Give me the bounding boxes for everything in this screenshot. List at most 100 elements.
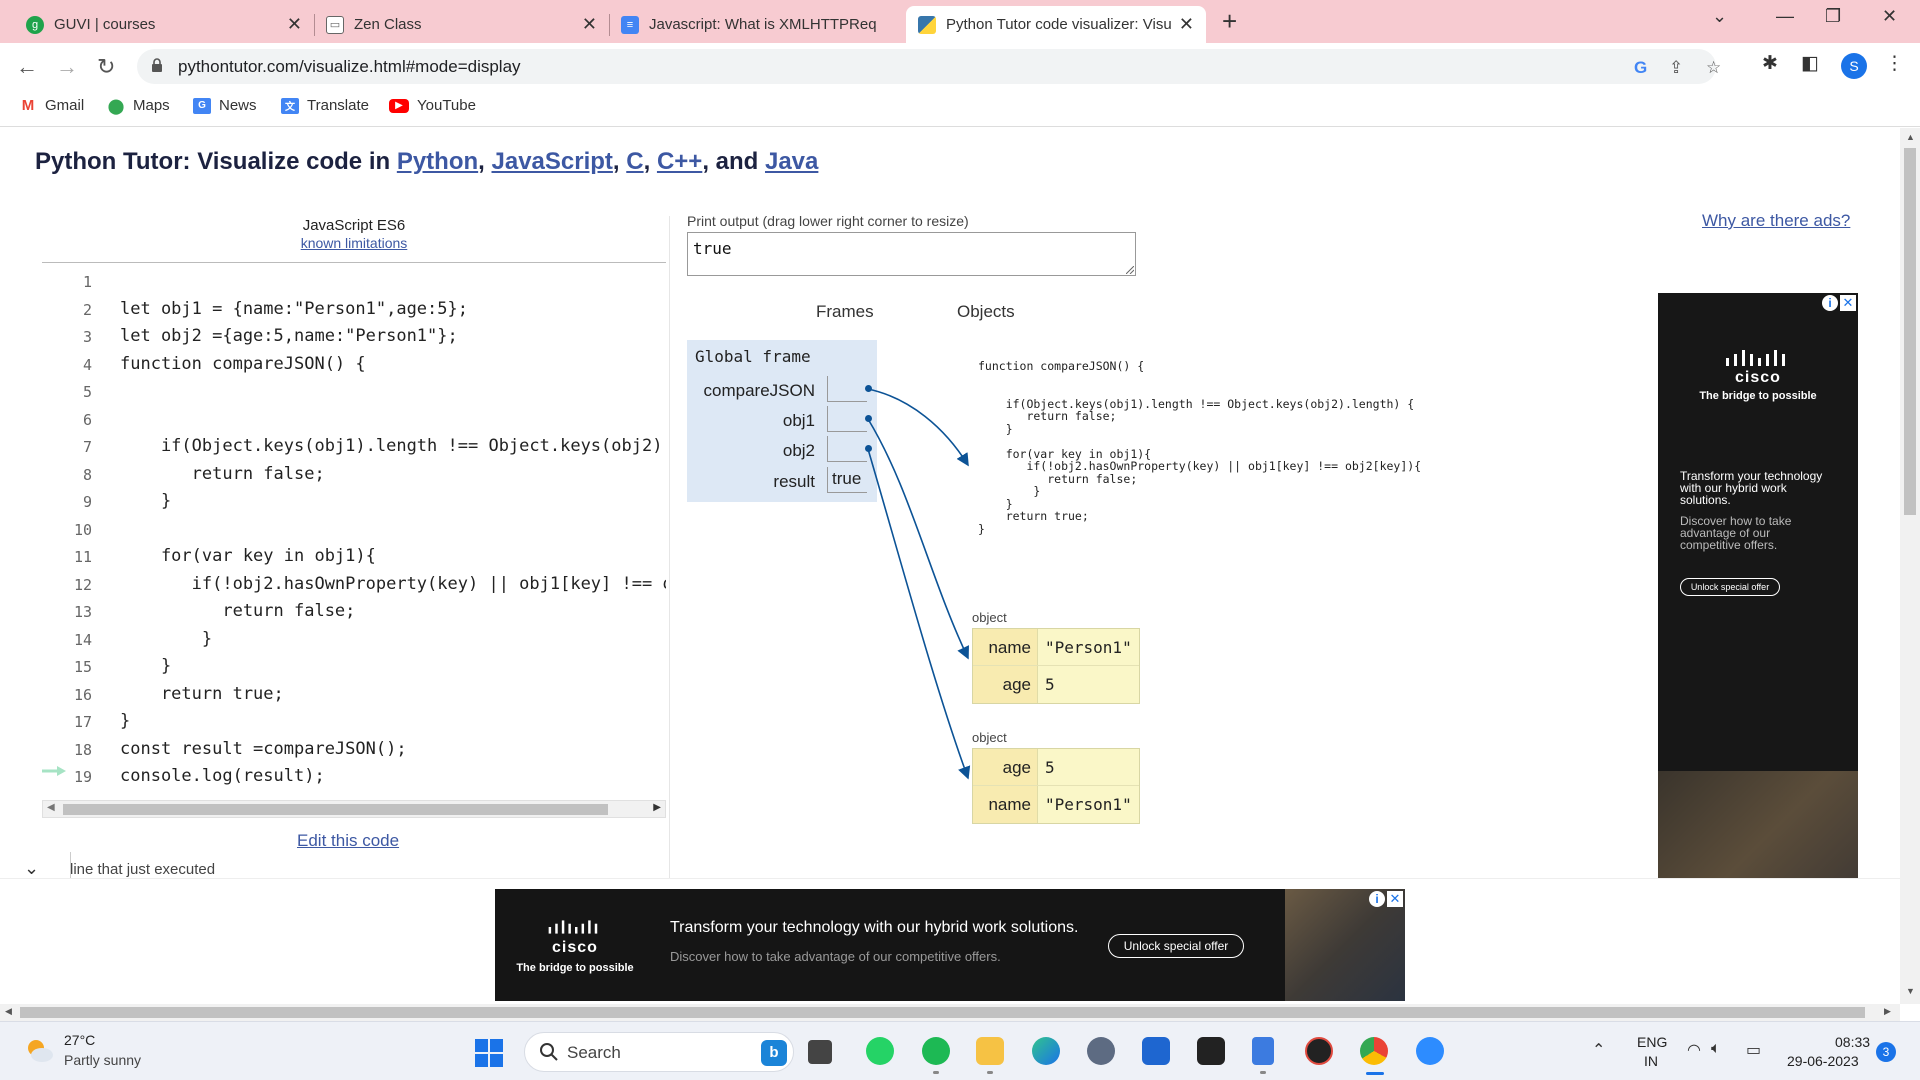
scroll-up-icon[interactable]: ▲	[1906, 132, 1915, 142]
file-explorer-icon[interactable]	[976, 1037, 1004, 1065]
notepad-icon[interactable]	[1252, 1037, 1274, 1065]
page-content: Python Tutor: Visualize code in Python, …	[0, 128, 1900, 1004]
weather-temperature[interactable]: 27°C	[64, 1032, 95, 1048]
whatsapp-icon[interactable]	[866, 1037, 894, 1065]
settings-gear-icon[interactable]	[1087, 1037, 1115, 1065]
ad-close-icon[interactable]: ✕	[1840, 295, 1856, 311]
notification-badge[interactable]: 3	[1876, 1042, 1896, 1062]
task-view-icon[interactable]	[808, 1040, 832, 1064]
running-indicator	[1260, 1071, 1266, 1074]
ad-info-icon[interactable]: i	[1822, 295, 1838, 311]
language-region[interactable]: IN	[1644, 1053, 1658, 1069]
tab-title: Python Tutor code visualizer: Visu	[946, 16, 1171, 33]
tab-strip: g GUVI | courses ✕ ▭ Zen Class ✕ ≡ Javas…	[0, 0, 1920, 43]
language-indicator[interactable]: ENG	[1637, 1034, 1667, 1050]
partly-sunny-icon[interactable]	[24, 1036, 54, 1064]
tab-zen-class[interactable]: ▭ Zen Class ✕	[314, 6, 609, 43]
cisco-logo-icon	[548, 920, 598, 934]
forward-icon[interactable]: →	[56, 54, 78, 80]
bookmark-star-icon[interactable]: ☆	[1706, 58, 1721, 78]
page-horizontal-scrollbar[interactable]: ◀ ▶	[0, 1004, 1900, 1021]
minimize-icon[interactable]: —	[1776, 6, 1794, 27]
scroll-down-icon[interactable]: ▼	[1906, 986, 1915, 996]
tab-search-chevron-icon[interactable]: ⌄	[1712, 6, 1727, 27]
ad-logo: cisco	[1735, 369, 1781, 386]
why-ads-link[interactable]: Why are there ads?	[1702, 211, 1850, 231]
close-tab-icon[interactable]: ✕	[1179, 14, 1194, 35]
ad-subtext: Discover how to take advantage of our co…	[670, 949, 1001, 964]
media-player-icon[interactable]	[1305, 1037, 1333, 1065]
translate-icon: 文	[281, 97, 299, 114]
ad-tagline: The bridge to possible	[516, 962, 634, 974]
profile-avatar[interactable]: S	[1841, 53, 1867, 79]
battery-icon[interactable]: ▭	[1746, 1040, 1761, 1060]
show-hidden-icons-chevron-icon[interactable]: ⌃	[1592, 1040, 1605, 1060]
zen-icon: ▭	[326, 15, 344, 34]
python-icon	[918, 15, 936, 34]
extensions-icon[interactable]: ✱	[1762, 52, 1778, 75]
bookmark-youtube[interactable]: ▶ YouTube	[389, 97, 476, 114]
scroll-left-icon[interactable]: ◀	[5, 1006, 12, 1017]
ad-close-icon[interactable]: ✕	[1387, 891, 1403, 907]
back-icon[interactable]: ←	[16, 54, 38, 80]
active-app-indicator	[1366, 1072, 1384, 1075]
restore-icon[interactable]: ❐	[1825, 6, 1841, 27]
close-tab-icon[interactable]: ✕	[287, 14, 302, 35]
google-translate-icon[interactable]: G	[1634, 58, 1647, 78]
bookmark-label: Gmail	[45, 97, 85, 114]
tab-javascript-xmlhttp[interactable]: ≡ Javascript: What is XMLHTTPReq	[609, 6, 905, 43]
ad-cta-button[interactable]: Unlock special offer	[1108, 934, 1244, 958]
tab-python-tutor[interactable]: Python Tutor code visualizer: Visu ✕	[906, 6, 1206, 43]
tab-title: Zen Class	[354, 16, 422, 33]
close-window-icon[interactable]: ✕	[1882, 6, 1897, 27]
bookmark-news[interactable]: G News	[193, 97, 257, 114]
bookmark-maps[interactable]: ⬤ Maps	[107, 97, 170, 115]
clock-date[interactable]: 29-06-2023	[1787, 1053, 1859, 1069]
bottom-advertisement[interactable]: cisco The bridge to possible Transform y…	[495, 889, 1405, 1001]
cisco-logo-icon	[1726, 350, 1785, 366]
bing-icon[interactable]: b	[761, 1040, 787, 1066]
bookmark-label: News	[219, 97, 257, 114]
lock-icon	[152, 58, 162, 72]
reload-icon[interactable]: ↻	[97, 54, 115, 80]
scroll-right-icon[interactable]: ▶	[1884, 1006, 1891, 1017]
address-bar[interactable]: pythontutor.com/visualize.html#mode=disp…	[137, 49, 1721, 84]
spotify-icon[interactable]	[922, 1037, 950, 1065]
close-tab-icon[interactable]: ✕	[582, 14, 597, 35]
arrow-obj2	[867, 448, 971, 780]
scrollbar-thumb[interactable]	[1904, 148, 1916, 515]
menu-icon[interactable]: ⋮	[1885, 52, 1904, 75]
ad-info-icon[interactable]: i	[1369, 891, 1385, 907]
windows-taskbar: 27°C Partly sunny Search b ⌃ ENG IN ◠ 🔈︎…	[0, 1021, 1920, 1080]
microsoft-store-icon[interactable]	[1142, 1037, 1170, 1065]
ad-cta-button[interactable]: Unlock special offer	[1680, 578, 1780, 596]
pointer-arrows	[867, 388, 971, 780]
clock-time[interactable]: 08:33	[1835, 1034, 1870, 1050]
volume-icon[interactable]: 🔈︎	[1711, 1040, 1721, 1058]
bottom-ad-area: cisco The bridge to possible Transform y…	[0, 878, 1900, 1005]
taskbar-search[interactable]: Search b	[524, 1032, 794, 1072]
page-vertical-scrollbar[interactable]: ▲ ▼	[1900, 128, 1920, 1004]
zoom-icon[interactable]	[1416, 1037, 1444, 1065]
running-indicator	[987, 1071, 993, 1074]
tab-title: GUVI | courses	[54, 16, 156, 33]
tab-guvi[interactable]: g GUVI | courses ✕	[14, 6, 314, 43]
gmail-icon: M	[21, 97, 35, 114]
chrome-icon[interactable]	[1360, 1037, 1388, 1065]
bookmark-gmail[interactable]: M Gmail	[19, 97, 84, 114]
edge-icon[interactable]	[1032, 1037, 1060, 1065]
scrollbar-thumb[interactable]	[20, 1007, 1865, 1018]
wifi-icon[interactable]: ◠	[1687, 1040, 1701, 1060]
bookmark-label: Translate	[307, 97, 369, 114]
bookmark-label: Maps	[133, 97, 170, 114]
terminal-icon[interactable]	[1197, 1037, 1225, 1065]
share-icon[interactable]: ⇪	[1669, 58, 1683, 78]
bookmark-translate[interactable]: 文 Translate	[281, 97, 369, 114]
tab-title: Javascript: What is XMLHTTPReq	[649, 16, 877, 33]
ad-tagline: The bridge to possible	[1699, 390, 1817, 402]
weather-description[interactable]: Partly sunny	[64, 1052, 141, 1068]
windows-start-icon[interactable]	[474, 1038, 504, 1068]
new-tab-icon[interactable]: +	[1222, 6, 1237, 37]
maps-pin-icon: ⬤	[107, 97, 125, 115]
side-panel-icon[interactable]: ◧	[1801, 52, 1819, 75]
